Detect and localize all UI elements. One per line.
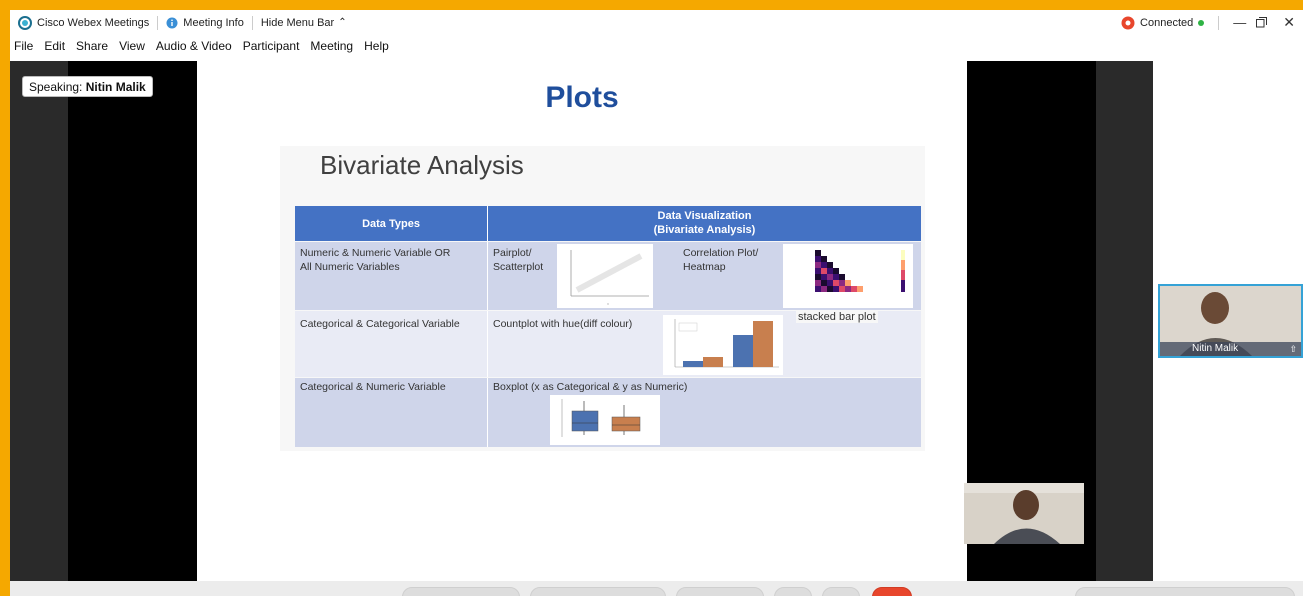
participant-panel: Nitin Malik ⇧ <box>1153 61 1303 581</box>
meeting-controls-bar <box>10 581 1303 596</box>
scatterplot-thumbnail: x <box>557 244 653 308</box>
status-dot-icon <box>1198 19 1205 26</box>
share-button[interactable] <box>676 587 764 596</box>
divider <box>487 242 488 310</box>
viz-label-line: Pairplot/ <box>493 247 532 259</box>
chevron-up-icon: ⌃ <box>338 17 347 28</box>
slide-subtitle: Bivariate Analysis <box>320 150 524 180</box>
person-video-icon <box>964 483 1084 544</box>
row-type-line: Numeric & Numeric Variable OR <box>300 247 451 259</box>
menu-audio-video[interactable]: Audio & Video <box>156 39 232 53</box>
slide-title: Plots <box>545 81 619 114</box>
header-data-types: Data Types <box>362 218 420 230</box>
table-row: Categorical & Numeric Variable Boxplot (… <box>295 378 921 447</box>
participant-name-bar: Nitin Malik ⇧ <box>1160 342 1301 356</box>
countplot-thumbnail <box>663 315 783 375</box>
window-controls: Connected — ✕ <box>1121 10 1303 35</box>
row-type-cell: Categorical & Numeric Variable <box>300 381 446 393</box>
panel-toggle-button[interactable] <box>1075 587 1295 596</box>
svg-text:x: x <box>607 301 609 306</box>
menu-edit[interactable]: Edit <box>44 39 65 53</box>
connection-status[interactable]: Connected <box>1121 16 1205 30</box>
restore-icon[interactable] <box>1256 17 1268 28</box>
hide-menu-bar-button[interactable]: Hide Menu Bar ⌃ <box>253 10 355 35</box>
self-view-video[interactable] <box>964 483 1084 544</box>
presentation-slide: Plots Bivariate Analysis Data Types Data… <box>197 61 967 581</box>
row-type-cell: Categorical & Categorical Variable <box>300 318 460 330</box>
divider <box>487 311 488 377</box>
menu-share[interactable]: Share <box>76 39 108 53</box>
viz-stacked-bar-label: stacked bar plot <box>796 311 878 323</box>
share-icon[interactable]: ⇧ <box>1289 342 1297 356</box>
title-bar: Cisco Webex Meetings Meeting Info Hide M… <box>10 10 1303 35</box>
viz-pairplot-label: Pairplot/ Scatterplot <box>493 246 543 274</box>
meeting-info-label: Meeting Info <box>183 16 244 29</box>
menu-view[interactable]: View <box>119 39 145 53</box>
header-viz-line2: (Bivariate Analysis) <box>653 224 756 236</box>
table-row: Numeric & Numeric Variable OR All Numeri… <box>295 242 921 310</box>
menu-participant[interactable]: Participant <box>243 39 300 53</box>
data-types-table: Data Types Data Visualization (Bivariate… <box>295 206 921 447</box>
app-title[interactable]: Cisco Webex Meetings <box>10 10 157 35</box>
row-type-line: All Numeric Variables <box>300 261 400 273</box>
hide-menu-label: Hide Menu Bar <box>260 16 335 29</box>
participants-button[interactable] <box>774 587 812 596</box>
webex-window: Cisco Webex Meetings Meeting Info Hide M… <box>10 10 1303 596</box>
active-speaker-label: Speaking: Nitin Malik <box>22 76 153 97</box>
webex-logo-icon <box>18 15 32 30</box>
record-icon <box>1121 16 1135 29</box>
slide-image: Bivariate Analysis Data Types Data Visua… <box>280 146 925 451</box>
participant-name: Nitin Malik <box>1192 343 1239 354</box>
menu-file[interactable]: File <box>14 39 33 53</box>
viz-heatmap-label: Correlation Plot/ Heatmap <box>683 246 758 274</box>
menu-meeting[interactable]: Meeting <box>310 39 353 53</box>
mute-button[interactable] <box>402 587 520 596</box>
header-data-visualization: Data Visualization (Bivariate Analysis) <box>488 209 921 237</box>
status-text: Connected <box>1140 16 1194 29</box>
speaker-name: Nitin Malik <box>85 80 146 94</box>
minimize-icon[interactable]: — <box>1233 15 1246 30</box>
meeting-info-button[interactable]: Meeting Info <box>158 10 252 35</box>
table-row: Categorical & Categorical Variable Count… <box>295 311 921 377</box>
viz-label-line: Heatmap <box>683 261 726 273</box>
header-viz-line1: Data Visualization <box>657 210 752 222</box>
viz-countplot-label: Countplot with hue(diff colour) <box>493 318 633 330</box>
viz-label-line: Correlation Plot/ <box>683 247 759 259</box>
shared-content-stage: Plots Bivariate Analysis Data Types Data… <box>10 61 1153 581</box>
close-icon[interactable]: ✕ <box>1283 14 1295 31</box>
more-options-button[interactable] <box>822 587 860 596</box>
info-icon <box>166 17 178 28</box>
divider <box>1218 15 1220 30</box>
app-name: Cisco Webex Meetings <box>37 16 150 29</box>
participant-video-tile[interactable]: Nitin Malik ⇧ <box>1158 284 1303 358</box>
menu-bar: File Edit Share View Audio & Video Parti… <box>10 35 1303 57</box>
viz-label-line: Scatterplot <box>493 261 544 273</box>
heatmap-thumbnail <box>783 244 913 308</box>
menu-help[interactable]: Help <box>364 39 389 53</box>
speaking-prefix: Speaking: <box>29 80 83 94</box>
row-type-cell: Numeric & Numeric Variable OR All Numeri… <box>300 246 450 274</box>
divider <box>487 378 488 447</box>
viz-boxplot-label: Boxplot (x as Categorical & y as Numeric… <box>493 381 688 393</box>
boxplot-thumbnail <box>550 395 660 445</box>
leave-meeting-button[interactable] <box>872 587 912 596</box>
table-header: Data Types Data Visualization (Bivariate… <box>295 206 921 241</box>
video-button[interactable] <box>530 587 666 596</box>
